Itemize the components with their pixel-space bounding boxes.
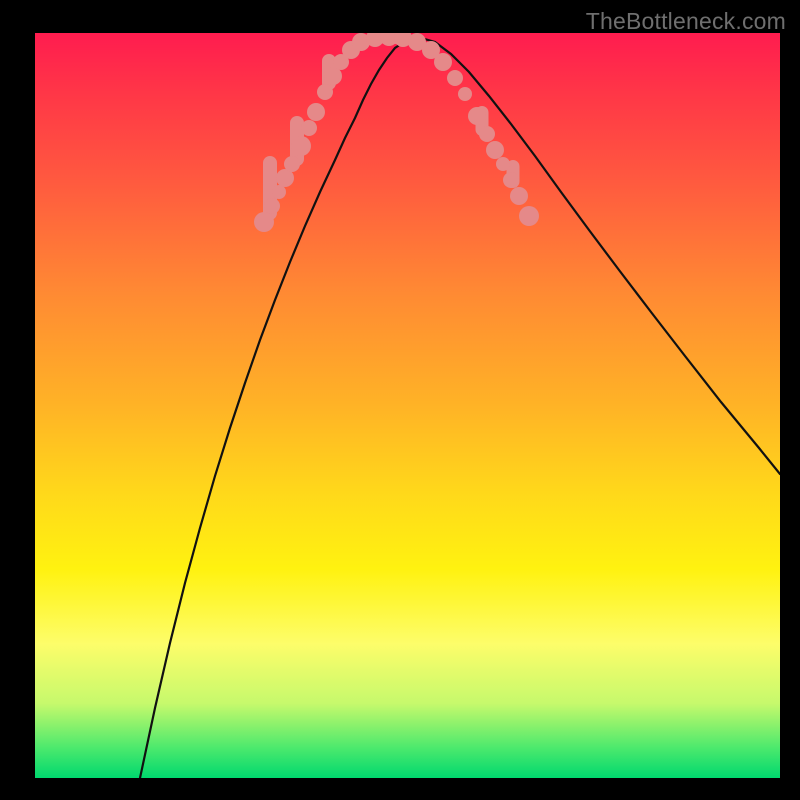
- marker-dot: [479, 126, 495, 142]
- frame: TheBottleneck.com: [0, 0, 800, 800]
- marker-dot: [510, 187, 528, 205]
- marker-dot: [458, 87, 472, 101]
- marker-dot: [486, 141, 504, 159]
- marker-dot: [468, 107, 486, 125]
- marker-dot: [254, 212, 274, 232]
- marker-dot: [503, 172, 519, 188]
- watermark-text: TheBottleneck.com: [586, 8, 786, 35]
- marker-dot: [272, 185, 286, 199]
- marker-dot: [301, 120, 317, 136]
- marker-dot: [519, 206, 539, 226]
- marker-dot: [447, 70, 463, 86]
- plot-area: [35, 33, 780, 778]
- bottleneck-curve: [140, 38, 780, 778]
- marker-dot: [284, 156, 300, 172]
- marker-dot: [434, 53, 452, 71]
- marker-dot: [291, 136, 311, 156]
- marker-dot: [264, 198, 280, 214]
- chart-svg: [35, 33, 780, 778]
- marker-dot: [307, 103, 325, 121]
- marker-dot: [317, 84, 333, 100]
- marker-dot: [496, 157, 510, 171]
